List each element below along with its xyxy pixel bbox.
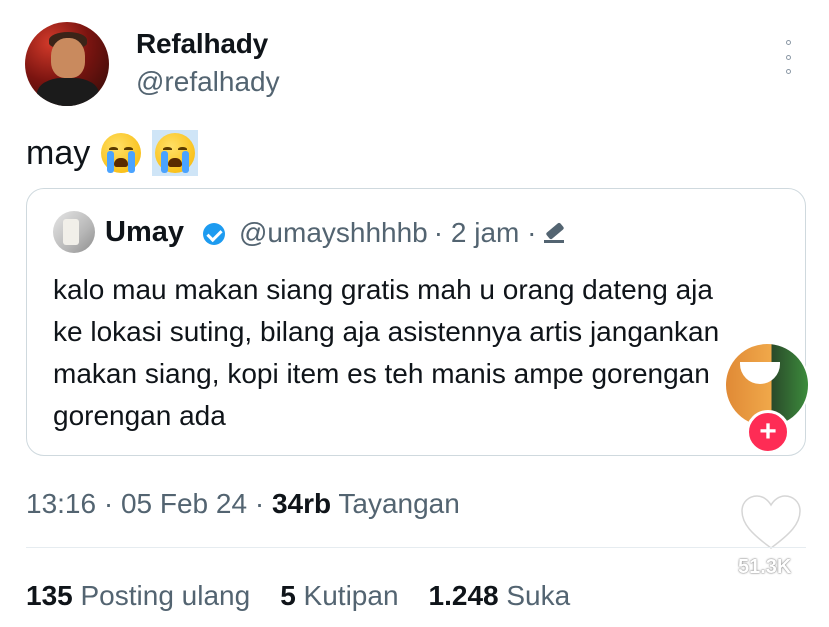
reposts-label: Posting ulang — [72, 580, 251, 611]
dot-icon — [785, 40, 791, 45]
likes-label: Suka — [498, 580, 571, 611]
quoted-tweet-text: kalo mau makan siang gratis mah u orang … — [53, 274, 720, 431]
quotes-label: Kutipan — [295, 580, 399, 611]
view-count: 34rb — [271, 488, 332, 519]
follow-plus-button[interactable]: + — [746, 410, 790, 454]
avatar-grin — [740, 362, 780, 384]
reposts-stat[interactable]: 135 Posting ulang — [26, 580, 250, 612]
verified-badge-icon — [203, 223, 225, 245]
quoted-tweet-card[interactable]: Umay @umayshhhhb · 2 jam · kalo mau maka… — [26, 188, 806, 456]
heart-svg — [741, 495, 801, 549]
views-label: Tayangan — [331, 488, 460, 519]
quoted-author-name[interactable]: Umay — [105, 216, 184, 249]
edited-pencil-icon[interactable] — [542, 221, 566, 245]
like-count-overlay: 51.3K — [738, 556, 792, 578]
quotes-count: 5 — [280, 580, 296, 611]
reposts-count: 135 — [26, 580, 73, 611]
avatar-face — [51, 38, 85, 78]
author-handle[interactable]: @refalhady — [136, 66, 280, 98]
engagement-stats: 135 Posting ulang 5 Kutipan 1.248 Suka — [26, 580, 570, 612]
loudly-crying-face-icon — [98, 130, 144, 176]
heart-icon[interactable] — [740, 494, 802, 550]
divider — [26, 547, 806, 548]
quoted-meta: @umayshhhhb · 2 jam · — [239, 217, 566, 249]
author-avatar[interactable] — [25, 22, 109, 106]
avatar-body — [37, 78, 99, 106]
dot-icon — [785, 54, 791, 60]
dot-icon — [785, 69, 791, 74]
likes-count: 1.248 — [428, 580, 499, 611]
tweet-timestamp: 13:16 · 05 Feb 24 · 34rb Tayangan — [26, 488, 460, 520]
tweet-text: may — [26, 130, 199, 176]
author-name[interactable]: Refalhady — [136, 28, 268, 60]
more-options-icon[interactable] — [778, 40, 798, 74]
quotes-stat[interactable]: 5 Kutipan — [280, 580, 398, 612]
likes-stat[interactable]: 1.248 Suka — [429, 580, 571, 612]
tweet-body: may — [26, 133, 91, 172]
quoted-author-avatar[interactable] — [53, 211, 95, 253]
quoted-author-handle[interactable]: @umayshhhhb — [239, 217, 428, 249]
quoted-time: · 2 jam · — [433, 217, 537, 248]
loudly-crying-face-icon — [152, 130, 199, 176]
post-time: 13:16 · 05 Feb 24 · — [26, 488, 272, 519]
